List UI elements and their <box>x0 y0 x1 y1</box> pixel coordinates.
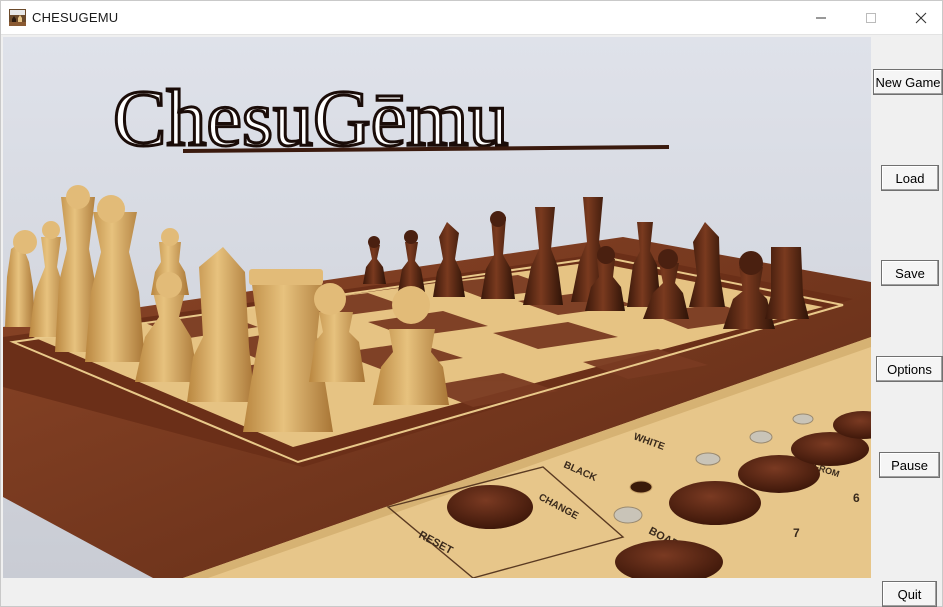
close-button[interactable] <box>898 1 943 34</box>
new-game-button[interactable]: New Game <box>873 69 943 95</box>
app-window: CHESUGEMU RESET CHANGE BOARD BLACK WHITE… <box>0 0 943 607</box>
minimize-button[interactable] <box>798 1 844 34</box>
title-bar[interactable]: CHESUGEMU <box>1 1 942 35</box>
number-7-label: 7 <box>793 526 800 540</box>
maximize-icon <box>866 12 876 23</box>
save-button[interactable]: Save <box>881 260 939 286</box>
game-canvas[interactable]: RESET CHANGE BOARD BLACK WHITE FROM 6 7 <box>3 37 871 578</box>
number-6-label: 6 <box>853 491 860 505</box>
chess-board-image: RESET CHANGE BOARD BLACK WHITE FROM 6 7 <box>3 37 871 578</box>
window-title: CHESUGEMU <box>32 10 119 25</box>
close-icon <box>915 12 927 23</box>
load-button[interactable]: Load <box>881 165 939 191</box>
chess-app-icon <box>9 9 26 26</box>
pause-button[interactable]: Pause <box>879 452 940 478</box>
quit-button[interactable]: Quit <box>882 581 937 607</box>
minimize-icon <box>816 17 826 18</box>
options-button[interactable]: Options <box>876 356 943 382</box>
maximize-button[interactable] <box>848 1 894 34</box>
